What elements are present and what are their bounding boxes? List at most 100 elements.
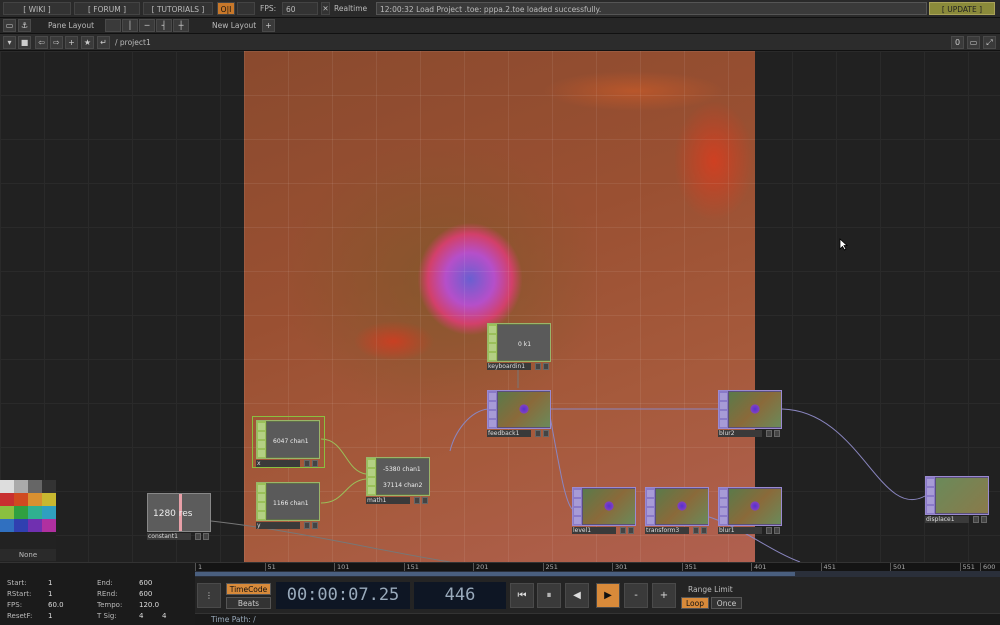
- node-x[interactable]: 6047 chan1 x: [252, 416, 325, 468]
- range-limit-label: Range Limit: [688, 585, 733, 594]
- add-icon[interactable]: +: [65, 36, 78, 49]
- io-secondary-toggle[interactable]: [237, 2, 255, 15]
- wire-x-math: [320, 438, 367, 475]
- status-message: 12:00:32 Load Project .toe: pppa.2.toe l…: [376, 2, 927, 15]
- swatch[interactable]: [42, 506, 56, 519]
- swatch[interactable]: [14, 519, 28, 532]
- pane-layout-bar: ▭ ⚓ Pane Layout │ ─ ┤ ┼ New Layout +: [0, 18, 1000, 34]
- loop-button[interactable]: Loop: [681, 597, 709, 609]
- timecode-display[interactable]: 00:00:07.25: [276, 582, 410, 609]
- swatch[interactable]: [28, 519, 42, 532]
- tempo-field[interactable]: 120.0: [139, 601, 159, 609]
- play-reverse-icon[interactable]: ◀: [565, 583, 589, 608]
- network-toolbar: ▾ ■ ⇦ ⇨ + ★ ↵ / project1 0 ▭ ⤢: [0, 34, 1000, 51]
- timecode-button[interactable]: TimeCode: [226, 583, 271, 595]
- fps-label: FPS:: [260, 4, 277, 13]
- swatch[interactable]: [28, 480, 42, 493]
- timeline-ruler[interactable]: 1 51 101 151 201 251 301 351 401 451 501 551 600: [195, 562, 1000, 572]
- wire-blur2-displace: [781, 408, 926, 501]
- count-badge: 0: [951, 36, 964, 49]
- time-settings-panel: Start: 1 End: 600 RStart: 1 REnd: 600 FP…: [0, 562, 195, 625]
- node-y[interactable]: 1166 chan1 y: [256, 482, 320, 529]
- start-field[interactable]: 1: [48, 579, 52, 587]
- end-field[interactable]: 600: [139, 579, 152, 587]
- mouse-cursor-icon: [839, 238, 848, 251]
- network-path[interactable]: / project1: [115, 36, 151, 49]
- node-wires: [210, 369, 926, 562]
- parent-icon[interactable]: ↵: [97, 36, 110, 49]
- node-constant1[interactable]: 1280 res constant1: [147, 493, 211, 540]
- stop-icon[interactable]: ■: [18, 36, 31, 49]
- expand-icon[interactable]: ⤢: [983, 36, 996, 49]
- node-blur1[interactable]: blur1: [718, 487, 782, 534]
- back-arrow-icon[interactable]: ⇦: [35, 36, 48, 49]
- swatch[interactable]: [42, 480, 56, 493]
- menu-triangle-icon[interactable]: ▾: [3, 36, 16, 49]
- swatch[interactable]: [0, 480, 14, 493]
- anchor-icon[interactable]: ⚓: [18, 19, 31, 32]
- layout-quad-icon[interactable]: ┼: [173, 19, 189, 32]
- step-forward-button[interactable]: +: [652, 583, 676, 608]
- realtime-checkbox[interactable]: ✕: [321, 2, 330, 15]
- time-path: Time Path: /: [195, 613, 1000, 625]
- expand-timeline-icon[interactable]: ⋮: [197, 583, 221, 608]
- frame-display[interactable]: 446: [414, 582, 506, 609]
- resetf-field[interactable]: 1: [48, 612, 52, 620]
- rend-field[interactable]: 600: [139, 590, 152, 598]
- tsig-b-field[interactable]: 4: [162, 612, 166, 620]
- swatch[interactable]: [0, 506, 14, 519]
- node-blur2[interactable]: blur2: [718, 390, 782, 437]
- node-level1[interactable]: level1: [572, 487, 636, 534]
- node-keyboardin1[interactable]: 0 k1 keyboardin1: [487, 323, 551, 370]
- beats-button[interactable]: Beats: [226, 597, 271, 609]
- wire-constant-out: [210, 520, 451, 562]
- wire-feedback-in: [449, 408, 489, 452]
- step-back-button[interactable]: -: [624, 583, 648, 608]
- swatch[interactable]: [14, 480, 28, 493]
- rstart-field[interactable]: 1: [48, 590, 52, 598]
- realtime-label: Realtime: [334, 4, 368, 13]
- add-layout-icon[interactable]: +: [262, 19, 275, 32]
- palette-none-button[interactable]: None: [0, 549, 56, 561]
- swatch[interactable]: [28, 493, 42, 506]
- swatch[interactable]: [42, 493, 56, 506]
- node-displace1[interactable]: displace1: [925, 476, 989, 523]
- tsig-a-field[interactable]: 4: [139, 612, 143, 620]
- swatch[interactable]: [14, 493, 28, 506]
- fps-field-bottom[interactable]: 60.0: [48, 601, 64, 609]
- layout-single-icon[interactable]: [105, 19, 121, 32]
- node-feedback1[interactable]: feedback1: [487, 390, 551, 437]
- wiki-button[interactable]: [ WIKI ]: [3, 2, 71, 15]
- once-button[interactable]: Once: [711, 597, 742, 609]
- swatch[interactable]: [28, 506, 42, 519]
- pause-icon[interactable]: ⏸: [537, 583, 561, 608]
- window-icon[interactable]: ▭: [3, 19, 16, 32]
- tutorials-button[interactable]: [ TUTORIALS ]: [143, 2, 213, 15]
- fps-field[interactable]: 60: [282, 2, 318, 15]
- network-editor[interactable]: 0 k1 keyboardin1 feedback1 blur2 6047 ch…: [0, 51, 1000, 562]
- node-math1[interactable]: -5380 chan1 37114 chan2 math1: [366, 457, 430, 504]
- layout-triple-icon[interactable]: ┤: [156, 19, 172, 32]
- update-button[interactable]: [ UPDATE ]: [929, 2, 995, 15]
- swatch[interactable]: [0, 519, 14, 532]
- swatch[interactable]: [0, 493, 14, 506]
- wire-feedback-level: [549, 415, 573, 510]
- play-forward-icon[interactable]: ▶: [596, 583, 620, 608]
- swatch[interactable]: [42, 519, 56, 532]
- layout-split-h-icon[interactable]: ─: [139, 19, 155, 32]
- forum-button[interactable]: [ FORUM ]: [74, 2, 140, 15]
- swatch[interactable]: [14, 506, 28, 519]
- top-menu-bar: [ WIKI ] [ FORUM ] [ TUTORIALS ] O|I FPS…: [0, 0, 1000, 18]
- new-layout-label: New Layout: [212, 21, 257, 30]
- forward-arrow-icon[interactable]: ⇨: [50, 36, 63, 49]
- io-toggle[interactable]: O|I: [217, 2, 235, 15]
- node-transform3[interactable]: transform3: [645, 487, 709, 534]
- layout-split-v-icon[interactable]: │: [122, 19, 138, 32]
- timeline-progress: [195, 572, 795, 576]
- star-icon[interactable]: ★: [81, 36, 94, 49]
- window-mode-icon[interactable]: ▭: [967, 36, 980, 49]
- wire-y-math: [320, 478, 367, 504]
- pane-layout-label: Pane Layout: [48, 21, 95, 30]
- rewind-icon[interactable]: ⏮: [510, 583, 534, 608]
- color-palette: None: [0, 480, 56, 562]
